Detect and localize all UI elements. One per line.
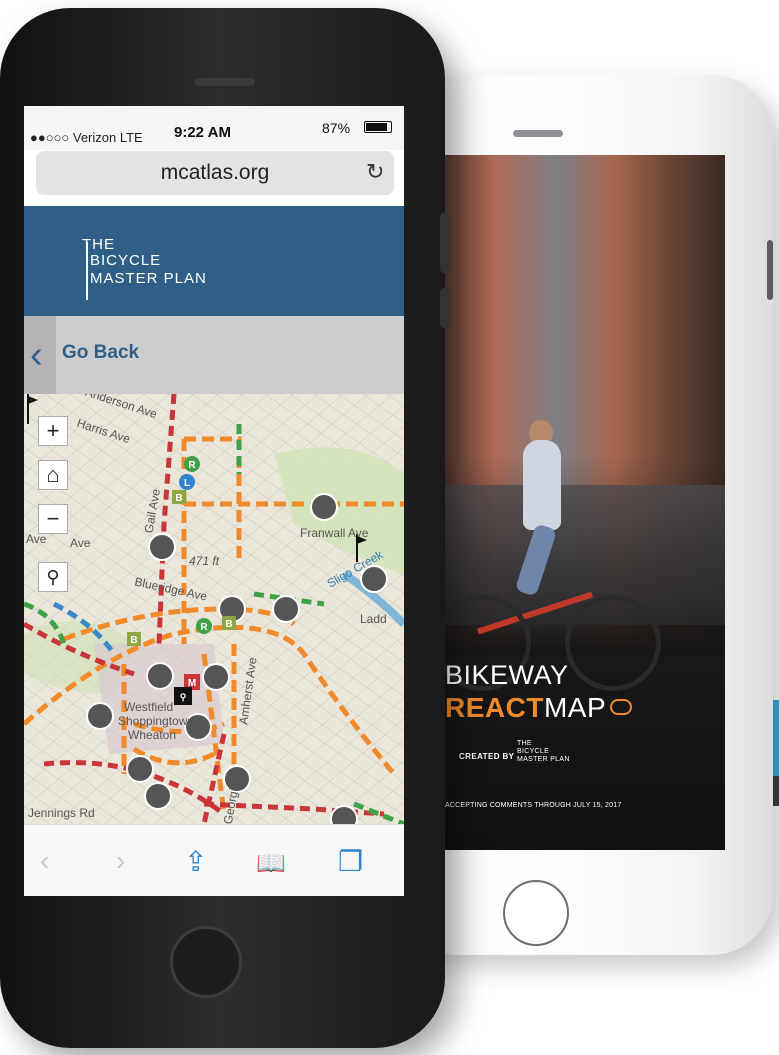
home-button[interactable]	[170, 926, 242, 998]
carrier-label: ●●○○○ Verizon LTE	[30, 130, 143, 145]
search-icon[interactable]: ⚲	[38, 562, 68, 592]
street-label: Ladd	[360, 612, 387, 626]
url-text: mcatlas.org	[160, 161, 270, 184]
elevation-label: 471 ft	[189, 554, 220, 568]
phone-screen: ●●○○○ Verizon LTE 9:22 AM 87% mcatlas.or…	[24, 106, 404, 896]
title-map: MAP	[543, 692, 607, 723]
black-phone: ●●○○○ Verizon LTE 9:22 AM 87% mcatlas.or…	[0, 8, 449, 1048]
bookmarks-icon[interactable]: 📖	[256, 849, 286, 878]
back-icon[interactable]: ‹	[40, 845, 49, 877]
title-react: REACT	[445, 692, 544, 723]
speech-bubble-icon	[610, 699, 633, 715]
street-label: Ave	[70, 536, 91, 550]
browser-toolbar: ‹ › ⇪ 📖 ❐	[24, 824, 404, 896]
rider-body	[523, 440, 561, 530]
map-view[interactable]: R L B R B B M ⚲ Anderson Ave Harris Ave …	[24, 394, 404, 824]
place-label: Shoppingtown	[118, 714, 195, 728]
street-label: Jennings Rd	[28, 806, 95, 820]
address-bar[interactable]: mcatlas.org ↻	[36, 151, 394, 195]
cyclist-photo	[445, 155, 725, 691]
logo-line-2: BICYCLE	[90, 252, 162, 269]
battery-percent: 87%	[322, 120, 351, 136]
stage: BIKEWAY REACTMAP CREATED BY THE BICYCLE …	[0, 0, 779, 1055]
speaker-grille	[195, 78, 255, 86]
home-icon[interactable]: ⌂	[38, 460, 68, 490]
svg-text:⚲: ⚲	[180, 692, 187, 702]
side-button	[440, 213, 449, 273]
tabs-icon[interactable]: ❐	[338, 845, 363, 878]
title-line-2: REACTMAP	[445, 692, 725, 724]
zoom-in-button[interactable]: +	[38, 416, 68, 446]
battery-level	[366, 123, 387, 131]
place-label: Westfield	[124, 700, 174, 714]
white-phone-screen: BIKEWAY REACTMAP CREATED BY THE BICYCLE …	[445, 155, 725, 850]
reload-icon[interactable]: ↻	[366, 159, 384, 185]
logo-line-2: BICYCLE	[517, 748, 550, 755]
title-line-1: BIKEWAY	[445, 660, 569, 690]
go-back-bar[interactable]: ‹ Go Back	[24, 316, 404, 394]
speaker-grille	[513, 130, 563, 137]
street-label: Ave	[26, 532, 47, 546]
svg-text:R: R	[188, 460, 196, 471]
accepting-comments-text: ACCEPTING COMMENTS THROUGH JULY 15, 2017	[445, 802, 622, 809]
street-label: Franwall Ave	[300, 526, 369, 540]
home-button[interactable]	[503, 880, 569, 946]
status-bar: ●●○○○ Verizon LTE 9:22 AM 87%	[24, 106, 404, 150]
zoom-out-button[interactable]: −	[38, 504, 68, 534]
logo-line-1: THE	[82, 236, 115, 253]
bicycle-master-plan-logo: THE BICYCLE MASTER PLAN	[517, 740, 570, 764]
svg-text:B: B	[130, 635, 137, 646]
share-icon[interactable]: ⇪	[184, 845, 207, 878]
chevron-left-icon: ‹	[30, 334, 43, 376]
created-by-label: CREATED BY	[459, 752, 515, 761]
logo-line-1: THE	[517, 740, 532, 747]
place-label: Wheaton	[128, 728, 177, 742]
site-header: THE BICYCLE MASTER PLAN	[24, 206, 404, 316]
logo-line-3: MASTER PLAN	[517, 756, 570, 763]
svg-text:L: L	[184, 478, 190, 489]
go-back-button[interactable]: Go Back	[62, 342, 139, 364]
logo-line-3: MASTER PLAN	[90, 270, 207, 287]
white-phone: BIKEWAY REACTMAP CREATED BY THE BICYCLE …	[395, 75, 773, 955]
svg-text:B: B	[175, 493, 182, 504]
forward-icon[interactable]: ›	[116, 845, 125, 877]
svg-text:R: R	[200, 622, 208, 633]
go-back-tab[interactable]: ‹	[24, 316, 56, 394]
battery-icon	[364, 121, 392, 133]
side-button	[440, 288, 449, 328]
svg-text:B: B	[225, 619, 232, 630]
map-routes: R L B R B B M ⚲	[24, 394, 404, 824]
side-button	[767, 240, 773, 300]
status-time: 9:22 AM	[174, 124, 231, 141]
